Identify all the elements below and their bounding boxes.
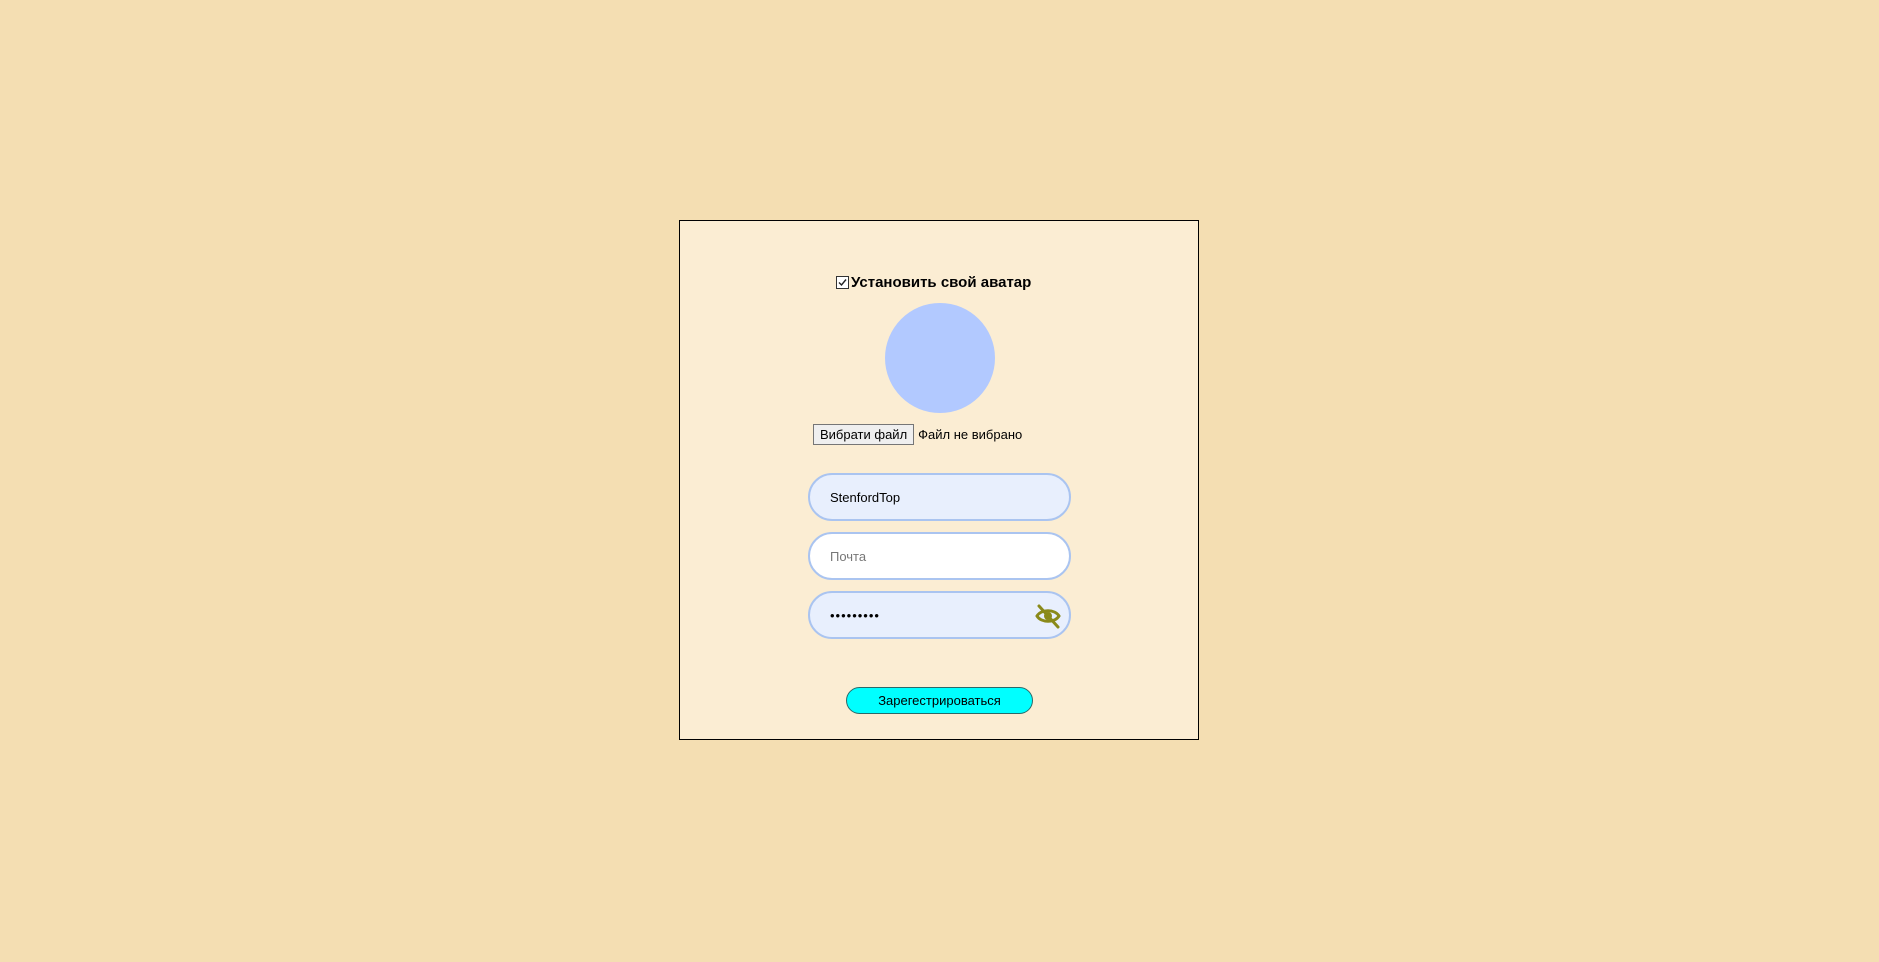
- password-field[interactable]: •••••••••: [808, 591, 1071, 639]
- username-value: StenfordTop: [830, 489, 901, 505]
- register-button[interactable]: Зарегестрироваться: [846, 687, 1033, 714]
- file-upload: Вибрати файл Файл не вибрано: [813, 424, 1022, 445]
- username-field[interactable]: StenfordTop: [808, 473, 1071, 521]
- registration-card: Установить свой аватар Вибрати файл Файл…: [679, 220, 1199, 740]
- check-icon: [838, 279, 847, 287]
- eye-off-icon[interactable]: [1034, 602, 1062, 630]
- password-value: •••••••••: [830, 607, 880, 623]
- avatar-toggle-label: Установить свой аватар: [851, 274, 1032, 291]
- file-status-text: Файл не вибрано: [918, 427, 1023, 442]
- avatar-preview: [885, 303, 995, 413]
- email-field[interactable]: Почта: [808, 532, 1071, 580]
- email-placeholder: Почта: [830, 548, 867, 564]
- choose-file-button[interactable]: Вибрати файл: [813, 424, 915, 445]
- avatar-toggle[interactable]: Установить свой аватар: [836, 274, 1031, 291]
- avatar-checkbox[interactable]: [836, 276, 849, 289]
